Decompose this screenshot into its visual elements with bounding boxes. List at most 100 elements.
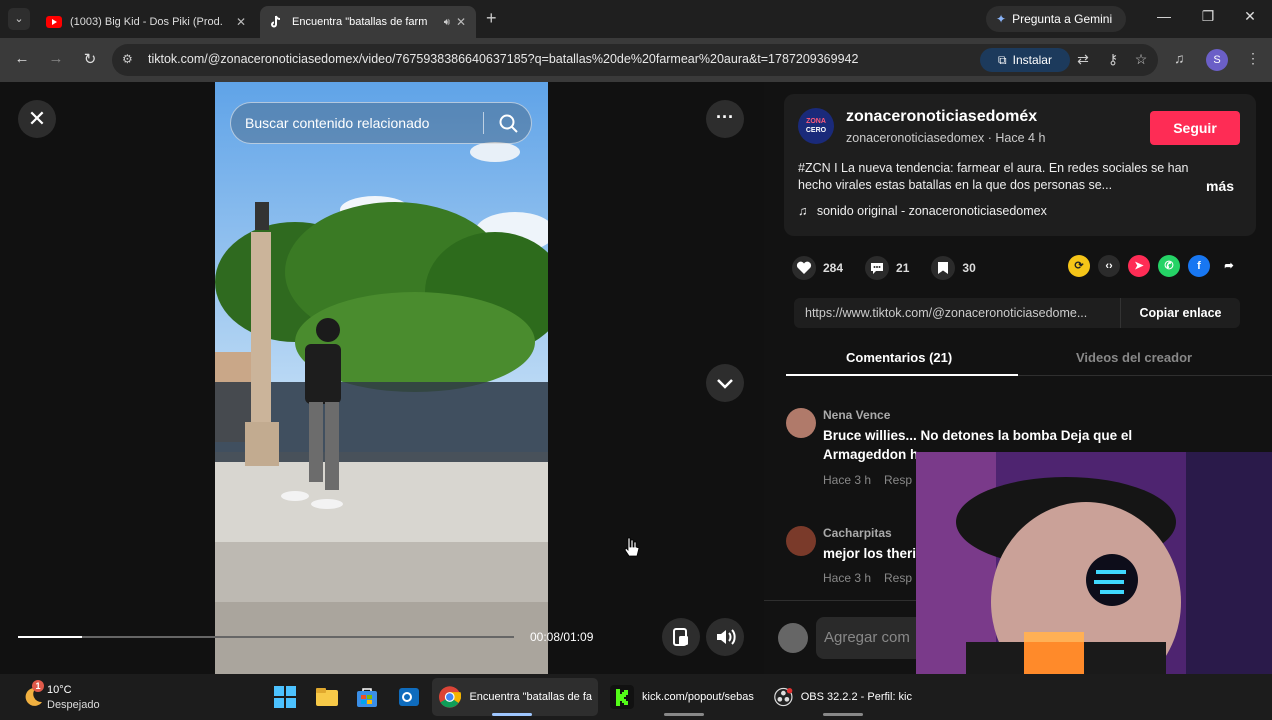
search-icon[interactable]: [497, 112, 521, 136]
active-tab-underline: [786, 374, 1018, 376]
video-link[interactable]: https://www.tiktok.com/@zonaceronoticias…: [805, 306, 1115, 320]
taskbar-chrome[interactable]: Encuentra "batallas de fa: [432, 678, 598, 716]
kick-task-label: kick.com/popout/sebas: [642, 691, 754, 703]
like-button[interactable]: 284: [792, 256, 843, 280]
facebook-icon[interactable]: f: [1188, 255, 1210, 277]
windows-taskbar: 1 10°C Despejado Encuentra "batallas de …: [0, 674, 1272, 720]
heart-icon: [792, 256, 816, 280]
video-caption: #ZCN I La nueva tendencia: farmear el au…: [798, 161, 1189, 192]
reply-button[interactable]: Resp: [884, 473, 912, 487]
video-scene: [215, 82, 548, 674]
close-tab-icon[interactable]: ✕: [234, 15, 248, 29]
weather-temp: 10°C: [47, 684, 72, 696]
close-window-button[interactable]: ✕: [1240, 8, 1260, 25]
send-icon[interactable]: ➤: [1128, 255, 1150, 277]
browser-menu-icon[interactable]: ⋮: [1246, 50, 1260, 67]
video-progress-bar[interactable]: [18, 636, 514, 638]
chevron-down-icon: [717, 379, 733, 389]
password-key-icon[interactable]: ⚷: [1104, 51, 1122, 68]
save-count: 30: [962, 261, 976, 275]
next-video-button[interactable]: [706, 364, 744, 402]
site-info-icon[interactable]: ⚙: [122, 52, 138, 68]
more-options-button[interactable]: ···: [706, 100, 744, 138]
restore-button[interactable]: ❐: [1198, 8, 1218, 25]
minimize-button[interactable]: —: [1154, 8, 1174, 24]
install-label: Instalar: [1012, 53, 1052, 67]
running-indicator: [823, 713, 863, 716]
tab-label: Encuentra "batallas de farm: [292, 16, 428, 28]
gemini-button[interactable]: ✦ Pregunta a Gemini: [986, 6, 1126, 32]
comment-time: Hace 3 h: [823, 571, 872, 585]
taskbar-kick[interactable]: kick.com/popout/sebas: [604, 678, 764, 716]
media-controls-icon[interactable]: ♫: [1174, 50, 1185, 66]
tab-youtube[interactable]: (1003) Big Kid - Dos Piki (Prod. ✕: [38, 6, 256, 38]
video-frame[interactable]: [215, 82, 548, 674]
close-video-button[interactable]: ✕: [18, 100, 56, 138]
back-button[interactable]: ←: [12, 50, 32, 67]
forward-button[interactable]: →: [46, 50, 66, 67]
weather-widget[interactable]: 1 10°C Despejado: [20, 680, 130, 714]
close-tab-icon[interactable]: ✕: [454, 15, 468, 29]
embed-icon[interactable]: ‹›: [1098, 255, 1120, 277]
tab-comments[interactable]: Comentarios (21): [846, 350, 952, 365]
whatsapp-icon[interactable]: ✆: [1158, 255, 1180, 277]
active-indicator: [492, 713, 532, 716]
share-arrow-icon[interactable]: ➦: [1218, 255, 1240, 277]
follow-button[interactable]: Seguir: [1150, 111, 1240, 145]
taskbar-obs[interactable]: OBS 32.2.2 - Perfil: kic: [768, 678, 918, 716]
address-bar[interactable]: ⚙ tiktok.com/@zonaceronoticiasedomex/vid…: [112, 44, 1158, 76]
new-tab-button[interactable]: +: [486, 8, 497, 29]
progress-fill: [18, 636, 83, 638]
kick-icon: [610, 685, 634, 709]
outlook-icon[interactable]: [396, 684, 422, 710]
related-search-input[interactable]: Buscar contenido relacionado: [230, 102, 532, 144]
profile-avatar[interactable]: S: [1206, 49, 1228, 71]
audio-playing-icon[interactable]: 🔊︎: [444, 17, 450, 28]
my-avatar: [778, 623, 808, 653]
avatar-text-1: ZONA: [806, 118, 826, 125]
url-text[interactable]: tiktok.com/@zonaceronoticiasedomex/video…: [148, 52, 858, 66]
picture-in-picture-button[interactable]: [662, 618, 700, 656]
gemini-icon: ✦: [996, 12, 1007, 26]
translate-icon[interactable]: ⇄: [1074, 51, 1092, 68]
author-subline: zonaceronoticiasedomex · Hace 4 h: [846, 131, 1046, 145]
avatar-text-2: CERO: [805, 127, 827, 134]
author-name[interactable]: zonaceronoticiasedoméx: [846, 108, 1037, 126]
tab-label: (1003) Big Kid - Dos Piki (Prod.: [70, 16, 223, 28]
more-caption-button[interactable]: más: [1206, 178, 1234, 194]
store-icon[interactable]: [354, 684, 380, 710]
mouse-cursor-icon: [624, 537, 640, 557]
chrome-icon: [438, 686, 462, 708]
comment-username[interactable]: Cacharpitas: [823, 526, 892, 540]
tab-tiktok[interactable]: Encuentra "batallas de farm 🔊︎ ✕: [260, 6, 476, 38]
sound-link[interactable]: ♫ sonido original - zonaceronoticiasedom…: [798, 204, 1047, 218]
weather-desc: Despejado: [47, 699, 100, 711]
copy-link-button[interactable]: Copiar enlace: [1120, 298, 1240, 328]
chrome-task-label: Encuentra "batallas de fa: [469, 691, 592, 703]
video-link-box: https://www.tiktok.com/@zonaceronoticias…: [794, 298, 1240, 328]
install-app-button[interactable]: ⧉ Instalar: [980, 48, 1070, 72]
author-avatar[interactable]: ZONA CERO: [798, 108, 834, 144]
repost-icon[interactable]: ⟳: [1068, 255, 1090, 277]
save-button[interactable]: 30: [931, 256, 976, 280]
commenter-avatar[interactable]: [786, 408, 816, 438]
tab-creator-videos[interactable]: Videos del creador: [1076, 350, 1192, 365]
reload-button[interactable]: ↻: [80, 50, 100, 68]
search-divider: [483, 112, 484, 134]
windows-start-icon[interactable]: [272, 684, 298, 710]
running-indicator: [664, 713, 704, 716]
video-player[interactable]: ✕ Buscar contenido relacionado ··· 00:08…: [0, 82, 764, 674]
comment-time: Hace 3 h: [823, 473, 872, 487]
youtube-icon: [46, 14, 62, 30]
tab-search-button[interactable]: ⌄: [8, 8, 30, 30]
reply-button[interactable]: Resp: [884, 571, 912, 585]
sound-label: sonido original - zonaceronoticiasedomex: [816, 204, 1047, 218]
screen: ⌄ (1003) Big Kid - Dos Piki (Prod. ✕ Enc…: [0, 0, 1272, 720]
commenter-avatar[interactable]: [786, 526, 816, 556]
bookmark-star-icon[interactable]: ☆: [1132, 51, 1150, 68]
comment-button[interactable]: 21: [865, 256, 909, 280]
file-explorer-icon[interactable]: [314, 684, 340, 710]
volume-button[interactable]: [706, 618, 744, 656]
search-placeholder: Buscar contenido relacionado: [245, 115, 430, 131]
comment-username[interactable]: Nena Vence: [823, 408, 890, 422]
